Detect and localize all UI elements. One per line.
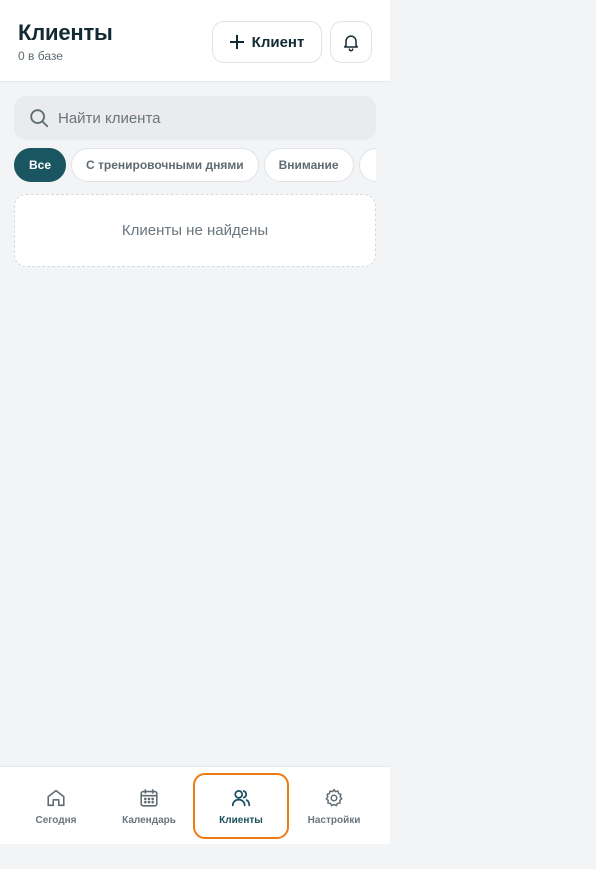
search-bar[interactable] xyxy=(14,96,376,140)
header: Клиенты 0 в базе Клиент xyxy=(0,0,390,82)
filter-chip-all[interactable]: Все xyxy=(14,148,67,182)
search-icon xyxy=(30,109,49,128)
tab-calendar-label: Календарь xyxy=(122,814,176,826)
search-input[interactable] xyxy=(58,109,338,127)
tab-today[interactable]: Сегодня xyxy=(8,773,104,839)
tab-settings-label: Настройки xyxy=(307,814,361,826)
client-count: 0 в базе xyxy=(18,49,63,63)
tab-today-label: Сегодня xyxy=(35,814,77,826)
tab-clients-label: Клиенты xyxy=(219,814,263,826)
filter-chip-training-days[interactable]: С тренировочными днями xyxy=(71,148,259,182)
bell-icon xyxy=(344,35,358,52)
empty-state-text: Клиенты не найдены xyxy=(121,222,269,239)
gear-icon xyxy=(325,788,343,806)
app-screen: Клиенты 0 в базе Клиент ВсеС тренировочн… xyxy=(0,0,390,844)
notifications-button[interactable] xyxy=(330,21,372,63)
tab-calendar[interactable]: Календарь xyxy=(101,773,197,839)
bottom-tab-bar: Сегодня Календарь Клиенты Настройки xyxy=(0,766,390,844)
tab-settings[interactable]: Настройки xyxy=(286,773,382,839)
filter-chip-attention[interactable]: Внимание xyxy=(263,148,354,182)
add-client-label: Клиент xyxy=(251,33,305,51)
empty-state: Клиенты не найдены xyxy=(14,194,376,267)
add-client-button[interactable]: Клиент xyxy=(212,21,322,63)
plus-icon xyxy=(229,35,244,49)
calendar-icon xyxy=(140,788,158,807)
filter-chips: Все С тренировочными днями Внимание xyxy=(14,148,376,184)
filter-chip-more[interactable] xyxy=(358,148,376,182)
users-icon xyxy=(231,789,251,806)
home-icon xyxy=(47,789,65,806)
page-title: Клиенты xyxy=(18,20,113,45)
tab-clients[interactable]: Клиенты xyxy=(193,773,289,839)
